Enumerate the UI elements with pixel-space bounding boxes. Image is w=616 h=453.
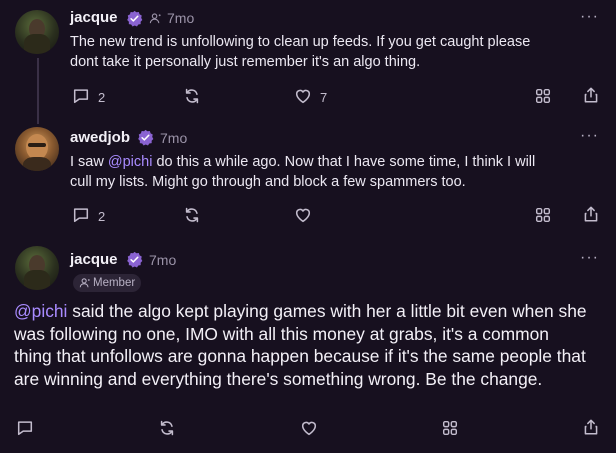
author-name[interactable]: awedjob	[70, 129, 130, 146]
grid-icon[interactable]	[534, 87, 552, 105]
post-time[interactable]: 7mo	[160, 130, 187, 146]
member-badge-label: Member	[93, 277, 136, 289]
post-time[interactable]: 7mo	[149, 252, 176, 268]
more-horizontal-icon[interactable]: ···	[580, 127, 599, 145]
heart-icon[interactable]	[294, 87, 312, 105]
recast-arrows-icon[interactable]	[158, 419, 176, 437]
post-time[interactable]: 7mo	[167, 10, 194, 26]
reply-count: 2	[98, 90, 106, 105]
member-badge: Member	[73, 274, 141, 292]
share-icon[interactable]	[582, 86, 600, 104]
avatar[interactable]	[15, 127, 59, 171]
reply-count: 2	[98, 209, 106, 224]
post-text: I saw @pichi do this a while ago. Now th…	[70, 154, 536, 190]
more-horizontal-icon[interactable]: ···	[580, 249, 599, 267]
thread-connector	[37, 58, 39, 124]
avatar[interactable]	[15, 10, 59, 54]
grid-icon[interactable]	[534, 206, 552, 224]
member-person-icon	[79, 278, 90, 288]
chat-bubble-icon[interactable]	[72, 206, 90, 224]
mention-link[interactable]: @pichi	[14, 301, 67, 321]
author-name[interactable]: jacque	[70, 9, 118, 26]
recast-arrows-icon[interactable]	[183, 206, 201, 224]
heart-icon[interactable]	[300, 419, 318, 437]
heart-icon[interactable]	[294, 206, 312, 224]
more-horizontal-icon[interactable]: ···	[580, 8, 599, 26]
mention-link[interactable]: @pichi	[108, 154, 153, 170]
post-text: The new trend is unfollowing to clean up…	[70, 34, 531, 70]
verified-badge-icon	[127, 251, 143, 268]
verified-badge-icon	[127, 10, 143, 27]
share-icon[interactable]	[582, 205, 600, 223]
recast-arrows-icon[interactable]	[183, 87, 201, 105]
member-person-icon	[149, 13, 161, 24]
author-name[interactable]: jacque	[70, 251, 118, 268]
verified-badge-icon	[138, 129, 154, 146]
avatar[interactable]	[15, 246, 59, 290]
post-text: @pichi said the algo kept playing games …	[14, 301, 587, 389]
share-icon[interactable]	[582, 418, 600, 436]
grid-icon[interactable]	[441, 419, 459, 437]
chat-bubble-icon[interactable]	[16, 419, 34, 437]
chat-bubble-icon[interactable]	[72, 87, 90, 105]
like-count: 7	[320, 90, 328, 105]
